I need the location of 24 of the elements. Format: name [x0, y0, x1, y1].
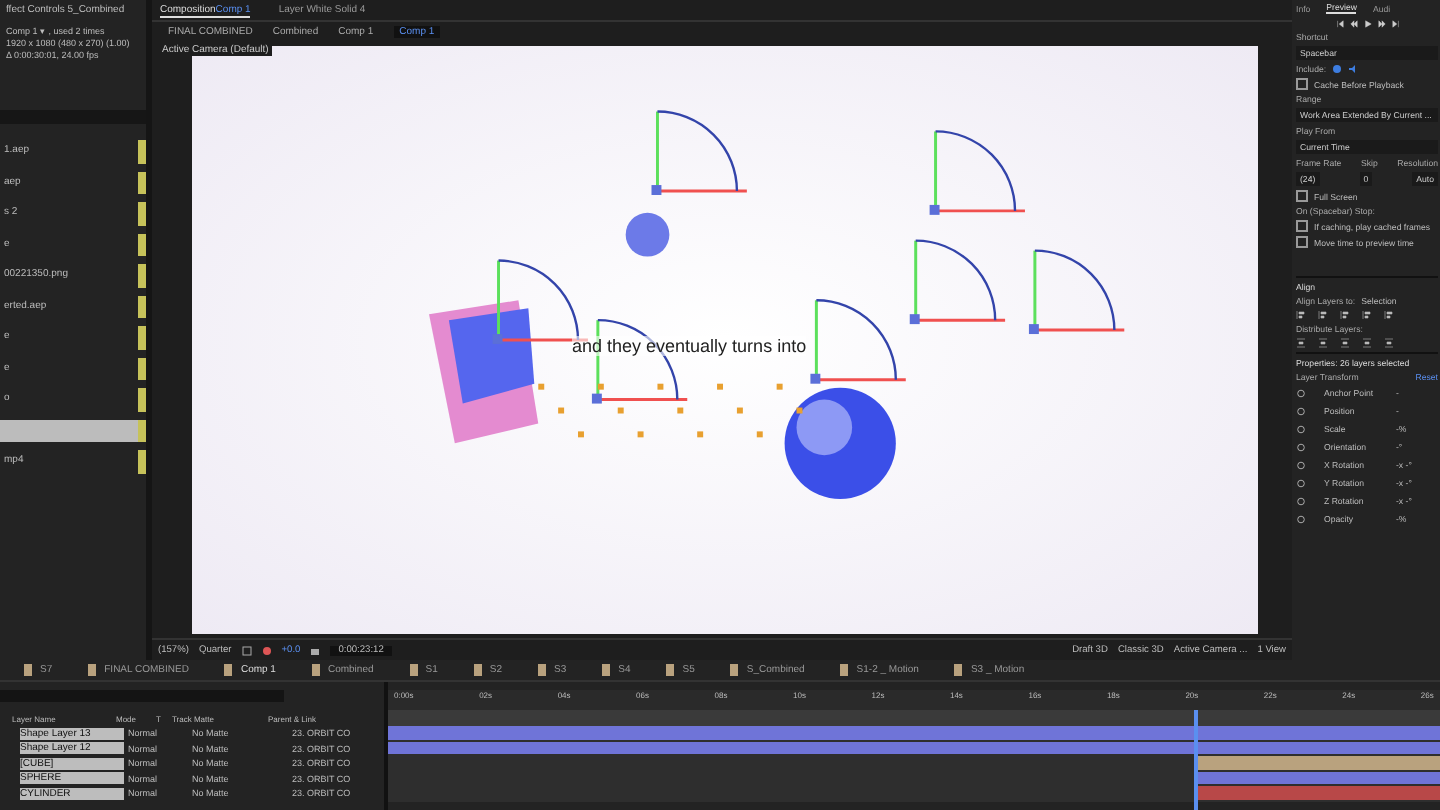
- speaker-icon[interactable]: [1348, 64, 1359, 74]
- playback-icon[interactable]: [1391, 20, 1399, 28]
- checkbox[interactable]: [1296, 236, 1308, 248]
- video-icon[interactable]: [1332, 64, 1343, 74]
- distribute-icon[interactable]: [1318, 338, 1328, 348]
- caption-text: and they eventually turns into: [572, 336, 807, 356]
- playhead[interactable]: [1194, 710, 1199, 810]
- playback-icon[interactable]: [1335, 20, 1343, 28]
- align-icon[interactable]: [1362, 310, 1372, 320]
- distribute-icon[interactable]: [1362, 338, 1372, 348]
- align-icon[interactable]: [1318, 310, 1328, 320]
- distribute-icon[interactable]: [1340, 338, 1350, 348]
- playback-icon[interactable]: [1377, 20, 1385, 28]
- align-icon[interactable]: [1340, 310, 1350, 320]
- distribute-icon[interactable]: [1296, 338, 1306, 348]
- align-icon[interactable]: [1384, 310, 1394, 320]
- playback-icon[interactable]: [1349, 20, 1357, 28]
- playback-icon[interactable]: [1363, 20, 1371, 28]
- align-icon[interactable]: [1296, 310, 1306, 320]
- checkbox[interactable]: [1296, 220, 1308, 232]
- distribute-icon[interactable]: [1384, 338, 1394, 348]
- checkbox[interactable]: [1296, 78, 1308, 90]
- checkbox[interactable]: [1296, 190, 1308, 202]
- project-item[interactable]: [0, 419, 146, 442]
